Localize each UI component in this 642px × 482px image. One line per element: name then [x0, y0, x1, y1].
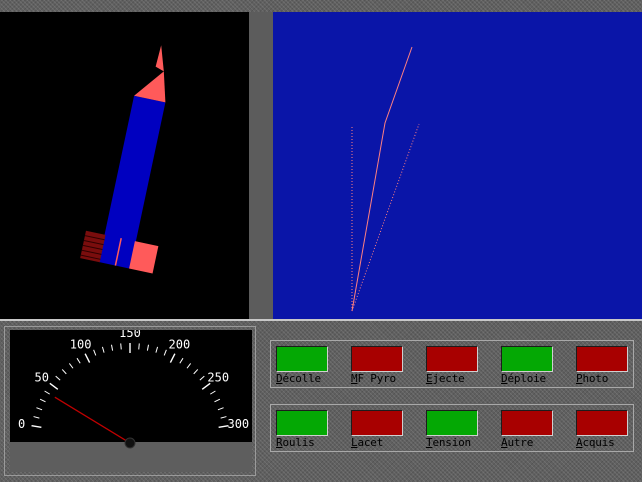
lamp-label: Tension	[426, 436, 471, 449]
status-panel-bottom: Roulis Lacet Tension Autre Acquis	[270, 404, 634, 452]
trajectory-view	[273, 12, 642, 319]
lamp-label: Ejecte	[426, 372, 465, 385]
status-lamp	[426, 410, 478, 436]
trajectory-canvas	[351, 46, 420, 312]
lamp-label: Déploie	[501, 372, 546, 385]
status-lamp	[501, 410, 553, 436]
rocket-body	[98, 95, 166, 269]
instrument-panel-border	[0, 319, 642, 321]
status-lamp	[576, 346, 628, 372]
rocket-icon	[80, 45, 166, 274]
status-lamp	[276, 410, 328, 436]
status-lamp	[501, 346, 553, 372]
gauge-tick-label: 100	[70, 338, 92, 352]
status-lamp	[351, 410, 403, 436]
rocket-nose-tip	[155, 45, 164, 72]
status-lamp	[576, 410, 628, 436]
gauge-tick-label: 250	[207, 370, 229, 384]
rocket-attitude-canvas	[80, 45, 166, 274]
trajectory-flight-path	[351, 46, 413, 312]
lamp-label: Roulis	[276, 436, 315, 449]
status-lamp	[426, 346, 478, 372]
gauge-tick-label: 200	[169, 338, 191, 352]
status-lamp	[351, 346, 403, 372]
lamp-label: Lacet	[351, 436, 384, 449]
gauge-hub	[124, 437, 136, 449]
lamp-label: Acquis	[576, 436, 615, 449]
lamp-label: Autre	[501, 436, 534, 449]
speed-gauge: 0 50 100 150 200 250 300	[10, 326, 252, 472]
lamp-label: Décolle	[276, 372, 321, 385]
gauge-tick-label: 300	[227, 417, 249, 431]
title-bar	[0, 0, 642, 12]
lamp-label: Photo	[576, 372, 609, 385]
lamp-label: MF Pyro	[351, 372, 396, 385]
trajectory-inclined-reference	[351, 123, 420, 312]
status-lamp	[276, 346, 328, 372]
gauge-minor-tick	[120, 343, 122, 350]
gauge-tick-label: 150	[119, 330, 141, 340]
status-panel-top: Décolle MF Pyro Ejecte Déploie Photo	[270, 340, 634, 388]
speed-gauge-dial: 0 50 100 150 200 250 300	[10, 326, 252, 472]
gauge-tick-label: 50	[35, 370, 49, 384]
rocket-attitude-view	[0, 12, 249, 319]
view-separator	[249, 12, 273, 319]
gauge-minor-tick	[138, 343, 140, 350]
gauge-face	[10, 330, 252, 442]
gauge-tick-label: 0	[18, 417, 25, 431]
